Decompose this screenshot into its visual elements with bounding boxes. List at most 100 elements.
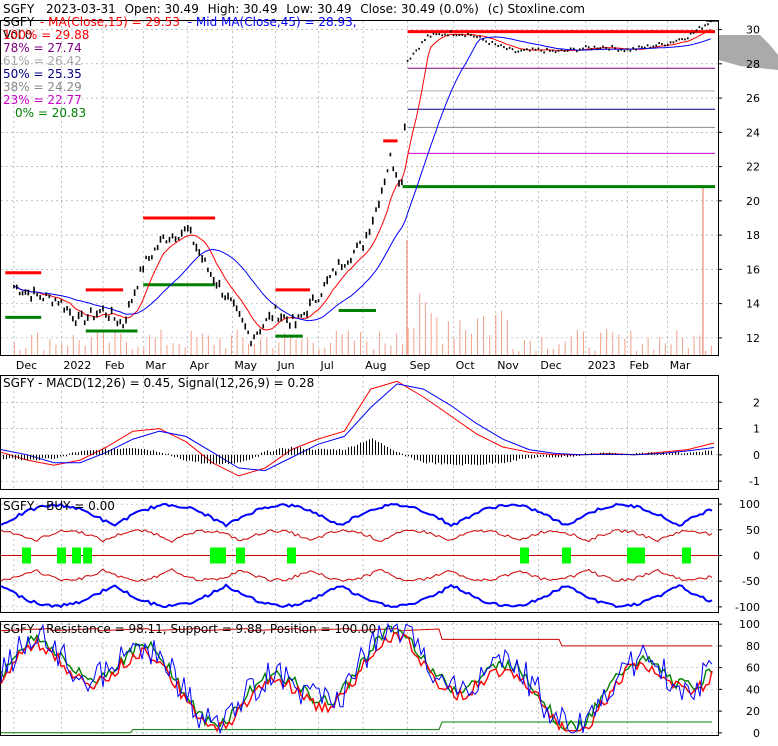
macd-hist-bar [357, 444, 358, 455]
volume-bar-10 [43, 350, 45, 355]
macd-hist-bar [279, 448, 280, 455]
volume-bar-34 [114, 330, 116, 355]
candle-160 [482, 38, 484, 41]
xtick-label-15: Mar [670, 359, 691, 372]
volume-bar-42 [137, 346, 139, 355]
macd-hist-bar [309, 448, 310, 455]
macd-hist-bar [198, 454, 199, 462]
volume-bar-174 [524, 340, 526, 355]
candle-228 [681, 38, 683, 41]
candle-100 [306, 310, 308, 318]
volume-bar-84 [260, 338, 262, 355]
resistance-layer [0, 622, 713, 735]
xtick-label-2: Feb [105, 359, 124, 372]
volume-bar-220 [659, 337, 661, 355]
volume-bar-172 [518, 350, 520, 355]
volume-spike-2 [702, 185, 704, 355]
candle-152 [458, 34, 461, 37]
macd-hist-bar [399, 452, 400, 455]
macd-hist-bar [243, 454, 244, 462]
candle-119 [362, 245, 364, 251]
candle-221 [661, 42, 663, 45]
candle-232 [692, 31, 695, 34]
macd-hist-bar [213, 454, 214, 464]
candle-25 [86, 314, 89, 321]
macd-hist-bar [285, 448, 286, 455]
buy-signal-3 [83, 547, 92, 564]
macd-hist-bar [441, 454, 442, 465]
macd-hist-bar [99, 450, 100, 455]
macd-hist-bar [45, 454, 46, 459]
macd-hist-bar [378, 442, 379, 455]
volume-bar-100 [307, 337, 309, 355]
candle-96 [294, 321, 297, 329]
candle-12 [48, 294, 51, 299]
candle-24 [83, 320, 86, 326]
volume-bar-136 [413, 327, 415, 355]
candle-162 [488, 43, 490, 46]
candle-44 [142, 265, 145, 273]
buy-signal-9 [562, 547, 571, 564]
macd-hist-bar [468, 454, 469, 465]
xtick-label-0: Dec [16, 359, 37, 372]
candle-18 [66, 305, 68, 311]
macd-hist-bar [201, 454, 202, 464]
candle-177 [531, 47, 534, 50]
macd-hist-bar [411, 454, 412, 458]
candle-41 [133, 289, 136, 297]
macd-hist-bar [693, 452, 694, 455]
candle-204 [611, 45, 614, 48]
candle-57 [180, 229, 183, 237]
candle-196 [587, 46, 590, 49]
candle-90 [277, 317, 280, 322]
candle-198 [593, 45, 596, 48]
candle-81 [250, 340, 252, 347]
macd-hist-bar [57, 454, 58, 459]
macd-hist-bar [555, 454, 556, 458]
macd-hist-bar [153, 450, 154, 455]
macd-hist-bar [570, 454, 571, 457]
candle-74 [230, 297, 232, 302]
candle-187 [560, 49, 563, 52]
macd-hist-bar [369, 439, 370, 455]
macd-hist-bar [456, 454, 457, 465]
macd-hist-bar [138, 448, 139, 455]
candle-145 [438, 33, 441, 36]
ytick-label-0-1: 14 [746, 298, 760, 311]
candle-229 [684, 38, 686, 41]
support-line [1, 721, 712, 734]
macd-hist-bar [135, 448, 136, 455]
candle-14 [54, 297, 57, 302]
candle-226 [675, 39, 678, 42]
macd-hist-bar [564, 454, 565, 456]
macd-hist-bar [48, 454, 49, 459]
candle-11 [45, 292, 48, 297]
candle-66 [207, 267, 209, 273]
ytick-label-1-3: 2 [753, 396, 760, 409]
macd-hist-bar [192, 454, 193, 462]
buy-upper-inner [0, 529, 713, 543]
candle-175 [526, 48, 528, 51]
macd-hist-bar [420, 454, 421, 462]
volume-bar-140 [424, 302, 426, 355]
volume-bar-22 [78, 340, 80, 355]
macd-hist-bar [537, 454, 538, 458]
candle-126 [383, 178, 386, 186]
candle-65 [204, 257, 206, 262]
macd-hist-bar [240, 454, 241, 463]
volume-bar-26 [90, 337, 92, 355]
volume-bar-232 [693, 336, 695, 355]
fib-label-2: 61% = 26.42 [3, 54, 82, 68]
volume-bar-36 [120, 333, 122, 355]
candle-235 [701, 27, 703, 30]
macd-hist-bar [390, 448, 391, 455]
candle-148 [447, 34, 449, 37]
macd-hist-bar [111, 449, 112, 455]
volume-bar-236 [705, 350, 707, 355]
macd-hist-bar [150, 450, 151, 455]
ma-fast-value: MA(Close,15) = 29.53 [48, 15, 180, 29]
macd-hist-bar [498, 454, 499, 464]
macd-hist-bar [270, 451, 271, 455]
macd-hist-bar [432, 454, 433, 463]
candle-128 [389, 152, 392, 157]
